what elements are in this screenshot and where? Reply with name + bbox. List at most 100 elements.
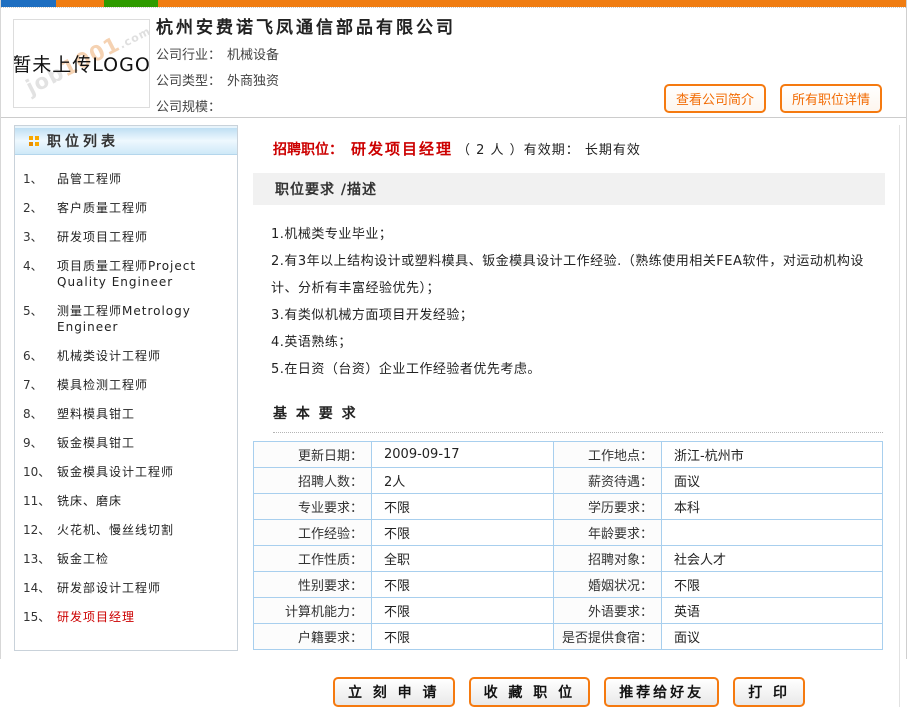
job-item-title: 研发部设计工程师 xyxy=(57,580,231,596)
job-item-title: 火花机、慢丝线切割 xyxy=(57,522,231,538)
job-list-item[interactable]: 6、 机械类设计工程师 xyxy=(23,342,231,371)
job-item-title: 项目质量工程师Project Quality Engineer xyxy=(57,258,231,290)
job-item-number: 12、 xyxy=(23,522,57,538)
job-detail-panel: 招聘职位：研发项目经理（ 2 人 ）有效期： 长期有效 职位要求 /描述 1.机… xyxy=(249,125,900,707)
job-list-header: 职位列表 xyxy=(15,126,237,155)
table-label-cell: 工作地点： xyxy=(554,442,662,468)
recommend-to-friend-button[interactable]: 推荐给好友 xyxy=(604,677,719,707)
apply-now-button[interactable]: 立 刻 申 请 xyxy=(333,677,455,707)
stripe-blue xyxy=(1,0,56,7)
table-row: 工作性质： 全职 招聘对象： 社会人才 xyxy=(254,546,883,572)
table-value-cell: 全职 xyxy=(372,546,554,572)
requirement-line: 2.有3年以上结构设计或塑料模具、钣金模具设计工作经验.（熟练使用相关FEA软件… xyxy=(271,248,885,302)
all-positions-button[interactable]: 所有职位详情 xyxy=(780,84,882,113)
company-logo-placeholder: job1001.com 暂未上传LOGO xyxy=(13,19,150,108)
table-label-cell: 户籍要求： xyxy=(254,624,372,650)
job-list-item[interactable]: 15、 研发项目经理 xyxy=(23,603,231,632)
company-name: 杭州安费诺飞凤通信部品有限公司 xyxy=(156,13,456,38)
job-list-item[interactable]: 8、 塑料模具钳工 xyxy=(23,400,231,429)
requirement-line: 5.在日资（台资）企业工作经验者优先考虑。 xyxy=(271,356,885,383)
job-item-title: 塑料模具钳工 xyxy=(57,406,231,422)
table-label-cell: 工作性质： xyxy=(254,546,372,572)
company-info-label: 公司规模： xyxy=(156,100,221,115)
table-value-cell: 不限 xyxy=(662,572,883,598)
table-label-cell: 招聘对象： xyxy=(554,546,662,572)
job-list-item[interactable]: 12、 火花机、慢丝线切割 xyxy=(23,516,231,545)
view-company-profile-button[interactable]: 查看公司简介 xyxy=(664,84,766,113)
job-item-title: 测量工程师Metrology Engineer xyxy=(57,303,231,335)
job-list-item[interactable]: 11、 铣床、磨床 xyxy=(23,487,231,516)
job-title: 研发项目经理 xyxy=(351,140,453,158)
job-requirements-description: 1.机械类专业毕业； 2.有3年以上结构设计或塑料模具、钣金模具设计工作经验.（… xyxy=(271,221,885,383)
job-item-number: 5、 xyxy=(23,303,57,335)
job-list-item[interactable]: 14、 研发部设计工程师 xyxy=(23,574,231,603)
job-item-number: 13、 xyxy=(23,551,57,567)
requirement-line: 3.有类似机械方面项目开发经验； xyxy=(271,302,885,329)
table-row: 专业要求： 不限 学历要求： 本科 xyxy=(254,494,883,520)
table-row: 工作经验： 不限 年龄要求： xyxy=(254,520,883,546)
job-list-item[interactable]: 10、 钣金模具设计工程师 xyxy=(23,458,231,487)
company-info-row: 公司规模： xyxy=(156,96,279,110)
stripe-orange-2 xyxy=(158,0,906,7)
job-item-title: 钣金模具设计工程师 xyxy=(57,464,231,480)
table-row: 计算机能力： 不限 外语要求： 英语 xyxy=(254,598,883,624)
table-value-cell: 不限 xyxy=(372,572,554,598)
company-info-row: 公司行业：机械设备 xyxy=(156,44,279,58)
job-item-title: 研发项目工程师 xyxy=(57,229,231,245)
print-button[interactable]: 打 印 xyxy=(733,677,805,707)
job-item-number: 10、 xyxy=(23,464,57,480)
job-item-title: 钣金模具钳工 xyxy=(57,435,231,451)
job-item-number: 14、 xyxy=(23,580,57,596)
job-item-title: 机械类设计工程师 xyxy=(57,348,231,364)
recruit-position-label: 招聘职位： xyxy=(273,142,343,158)
job-detail-page: { "theme": { "stripe_colors": ["#1f6fc1"… xyxy=(0,0,907,659)
company-info-label: 公司类型： xyxy=(156,74,221,89)
table-value-cell: 面议 xyxy=(662,624,883,650)
table-label-cell: 外语要求： xyxy=(554,598,662,624)
job-list-item[interactable]: 2、 客户质量工程师 xyxy=(23,194,231,223)
job-list-item[interactable]: 4、 项目质量工程师Project Quality Engineer xyxy=(23,252,231,297)
requirement-line: 4.英语熟练； xyxy=(271,329,885,356)
stripe-orange-1 xyxy=(56,0,104,7)
headcount: （ 2 人 ） xyxy=(457,143,524,158)
job-title-line: 招聘职位：研发项目经理（ 2 人 ）有效期： 长期有效 xyxy=(273,138,889,159)
table-label-cell: 更新日期： xyxy=(254,442,372,468)
content-area: 职位列表 1、 品管工程师 2、 客户质量工程师 3、 研发项目工程师 xyxy=(1,118,906,651)
job-item-number: 15、 xyxy=(23,609,57,625)
job-item-number: 11、 xyxy=(23,493,57,509)
job-item-title: 研发项目经理 xyxy=(57,609,231,625)
table-value-cell: 2人 xyxy=(372,468,554,494)
company-header: job1001.com 暂未上传LOGO 杭州安费诺飞凤通信部品有限公司 公司行… xyxy=(1,8,906,118)
job-item-number: 8、 xyxy=(23,406,57,422)
job-list-item[interactable]: 1、 品管工程师 xyxy=(23,165,231,194)
company-info-label: 公司行业： xyxy=(156,48,221,63)
job-item-number: 4、 xyxy=(23,258,57,290)
table-value-cell: 英语 xyxy=(662,598,883,624)
job-list-item[interactable]: 13、 钣金工检 xyxy=(23,545,231,574)
header-buttons: 查看公司简介 所有职位详情 xyxy=(664,84,882,113)
job-list: 1、 品管工程师 2、 客户质量工程师 3、 研发项目工程师 4、 项目质量工程… xyxy=(15,155,237,632)
table-value-cell: 社会人才 xyxy=(662,546,883,572)
table-label-cell: 工作经验： xyxy=(254,520,372,546)
job-list-item[interactable]: 3、 研发项目工程师 xyxy=(23,223,231,252)
favorite-job-button[interactable]: 收 藏 职 位 xyxy=(469,677,591,707)
stripe-green xyxy=(104,0,158,7)
table-label-cell: 年龄要求： xyxy=(554,520,662,546)
table-label-cell: 是否提供食宿： xyxy=(554,624,662,650)
job-list-item[interactable]: 7、 模具检测工程师 xyxy=(23,371,231,400)
top-color-stripes xyxy=(1,0,906,8)
job-item-title: 模具检测工程师 xyxy=(57,377,231,393)
job-list-item[interactable]: 9、 钣金模具钳工 xyxy=(23,429,231,458)
job-list-title: 职位列表 xyxy=(47,131,119,151)
table-row: 更新日期： 2009-09-17 工作地点： 浙江-杭州市 xyxy=(254,442,883,468)
table-label-cell: 专业要求： xyxy=(254,494,372,520)
company-info-fields: 公司行业：机械设备 公司类型：外商独资 公司规模： xyxy=(156,44,279,122)
job-item-title: 品管工程师 xyxy=(57,171,231,187)
job-list-item[interactable]: 5、 测量工程师Metrology Engineer xyxy=(23,297,231,342)
table-label-cell: 婚姻状况： xyxy=(554,572,662,598)
table-value-cell: 不限 xyxy=(372,598,554,624)
table-label-cell: 招聘人数： xyxy=(254,468,372,494)
job-item-number: 6、 xyxy=(23,348,57,364)
table-value-cell: 不限 xyxy=(372,494,554,520)
table-label-cell: 学历要求： xyxy=(554,494,662,520)
